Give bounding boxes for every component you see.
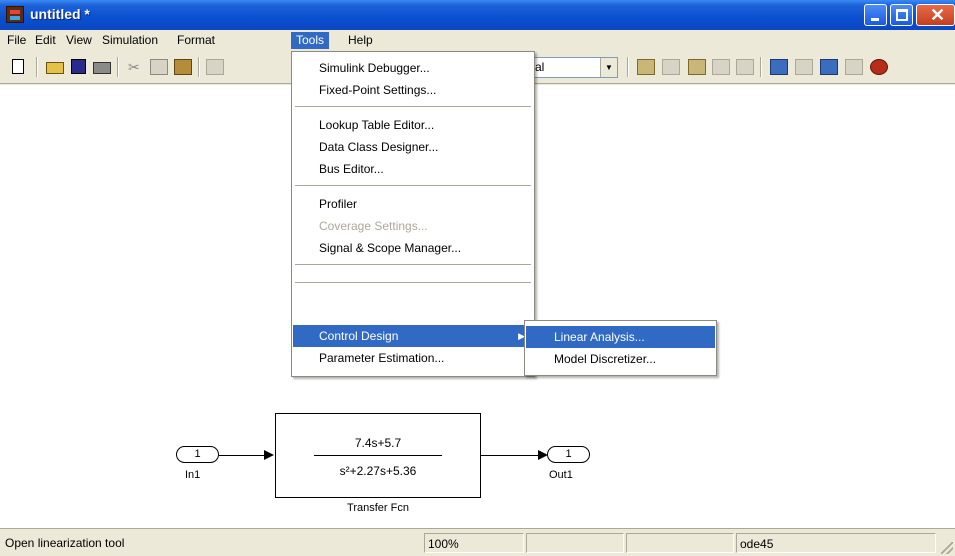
simulation-mode-select[interactable]: al ▼ [530,57,618,78]
menu-item-label: Control Design [319,329,399,343]
menu-item-control-design[interactable]: Control Design ▶ [293,325,533,347]
chevron-down-icon[interactable]: ▼ [600,58,617,77]
update-diagram-icon[interactable] [662,59,680,75]
model-advisor-icon[interactable] [870,59,888,75]
menu-file[interactable]: File [2,32,31,49]
menu-view[interactable]: View [61,32,97,49]
zoom-level: 100% [424,533,524,553]
menu-item-parameter-estimation[interactable]: Parameter Estimation... [293,347,533,369]
menu-edit[interactable]: Edit [30,32,61,49]
tf-numerator: 7.4s+5.7 [354,436,402,450]
solver-name: ode45 [736,533,936,553]
menu-separator [295,106,531,107]
maximize-button[interactable] [890,4,913,26]
library-browser-icon[interactable] [770,59,788,75]
toolbar-separator [36,57,38,77]
cut-icon[interactable]: ✂ [128,59,146,75]
debugger-icon[interactable] [820,59,838,75]
close-icon: ✕ [930,5,946,25]
transfer-fcn-block[interactable]: 7.4s+5.7 s²+2.27s+5.36 [275,413,481,498]
tools-menu: Simulink Debugger... Fixed-Point Setting… [291,51,535,377]
signal-line[interactable] [219,455,265,456]
menu-item-model-discretizer[interactable]: Model Discretizer... [526,348,715,370]
inport-block[interactable]: 1 [176,446,219,463]
arrow-right-icon [264,450,274,460]
menu-item-simulink-debugger[interactable]: Simulink Debugger... [293,57,533,79]
outport-label: Out1 [549,469,573,481]
fraction-bar [314,455,442,456]
open-folder-icon[interactable] [46,62,64,74]
menu-item-lookup-table-editor[interactable]: Lookup Table Editor... [293,114,533,136]
menu-item-profiler[interactable]: Profiler [293,193,533,215]
menu-item-data-class-designer[interactable]: Data Class Designer... [293,136,533,158]
tf-denominator: s²+2.27s+5.36 [339,464,417,478]
menu-item-coverage-settings: Coverage Settings... [319,219,428,233]
menu-format[interactable]: Format [172,32,220,49]
window-title: untitled * [30,6,90,22]
menu-item-signal-scope-manager[interactable]: Signal & Scope Manager... [293,237,533,259]
minimize-icon [871,18,879,21]
go-to-parent-icon[interactable] [845,59,863,75]
menu-item-linear-analysis[interactable]: Linear Analysis... [526,326,715,348]
menu-item-fixed-point-settings[interactable]: Fixed-Point Settings... [293,79,533,101]
transfer-fcn-label: Transfer Fcn [347,502,409,514]
control-design-submenu: Linear Analysis... Model Discretizer... [524,320,717,376]
signal-line[interactable] [481,455,538,456]
copy-icon[interactable] [150,59,168,75]
close-button[interactable]: ✕ [916,4,955,26]
print-icon[interactable] [93,62,111,74]
refresh-icon[interactable] [688,59,706,75]
subsystem-icon[interactable] [712,59,730,75]
save-icon[interactable] [71,59,86,74]
menu-simulation[interactable]: Simulation [97,32,163,49]
menu-separator [295,264,531,265]
menu-bar: File Edit View Simulation Format Tools H… [0,30,955,51]
status-message: Open linearization tool [5,536,125,550]
toolbar-separator [627,57,629,77]
grid-icon[interactable] [736,59,754,75]
menu-help[interactable]: Help [343,32,378,49]
new-model-icon[interactable] [12,59,24,74]
maximize-icon [896,9,908,21]
resize-grip-icon[interactable] [941,542,953,554]
menu-separator [295,282,531,283]
menu-tools[interactable]: Tools [291,32,330,49]
title-bar[interactable]: untitled * ✕ [0,0,955,30]
paste-icon[interactable] [174,59,192,75]
toolbar-separator [760,57,762,77]
status-bar: Open linearization tool 100% ode45 [0,528,955,556]
outport-block[interactable]: 1 [547,446,590,463]
model-explorer-icon[interactable] [795,59,813,75]
menu-separator [295,185,531,186]
toolbar-separator [117,57,119,77]
inport-label: In1 [185,469,201,481]
minimize-button[interactable] [864,4,887,26]
toolbar-separator [198,57,200,77]
status-cell [626,533,734,553]
simulink-model-icon [6,6,24,23]
simulation-mode-value: al [535,60,545,74]
build-icon[interactable] [637,59,655,75]
status-cell [526,533,624,553]
undo-icon[interactable] [206,59,224,75]
menu-item-bus-editor[interactable]: Bus Editor... [293,158,533,180]
